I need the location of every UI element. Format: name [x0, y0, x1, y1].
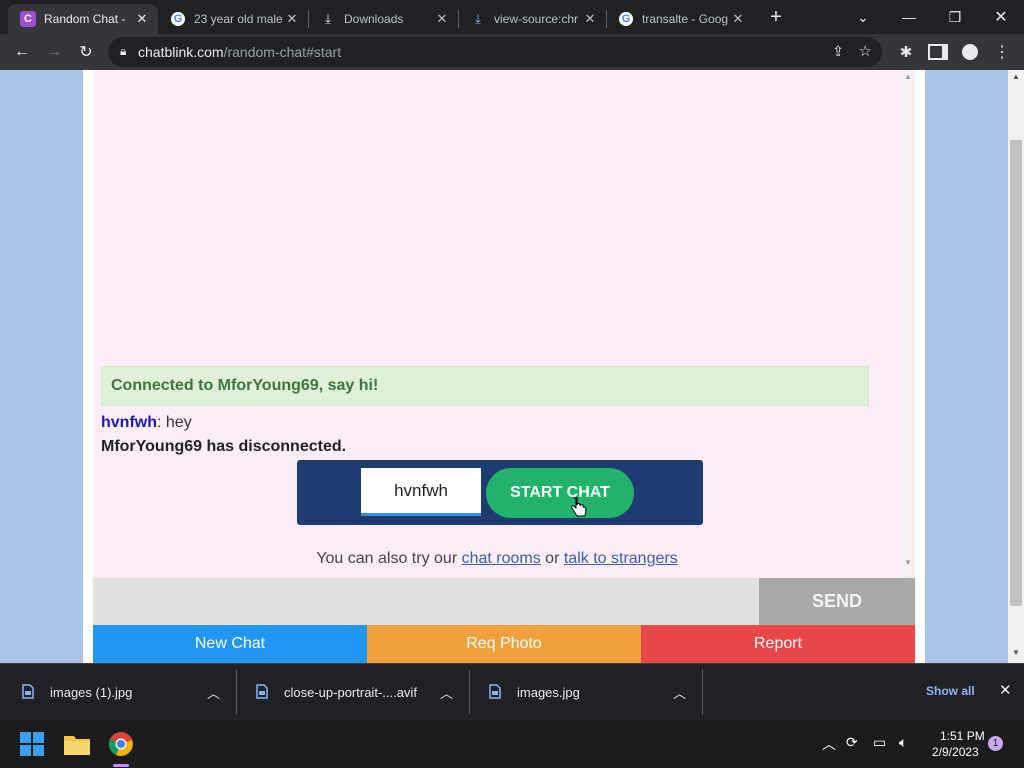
address-bar[interactable]: 🔒︎ chatblink.com/random-chat#start ⇪ ☆ — [108, 37, 882, 67]
page-scrollbar[interactable]: ▲ ▼ — [1008, 70, 1024, 663]
google-icon: G — [618, 11, 634, 27]
web-page: ▲ ▼ Connected to MforYoung69, say hi! hv… — [0, 70, 1008, 663]
restore-icon[interactable]: ❐ — [932, 0, 978, 34]
send-button[interactable]: SEND — [759, 578, 915, 625]
scroll-up-icon[interactable]: ▲ — [1012, 72, 1020, 81]
close-tab-icon[interactable]: ✕ — [434, 11, 450, 27]
username-input[interactable] — [361, 468, 481, 516]
browser-tab-bar: C Random Chat - ✕ G 23 year old male ✕ ⤓… — [0, 0, 1024, 34]
new-tab-plus-icon[interactable]: + — [754, 0, 798, 34]
chat-log-scrollbar[interactable]: ▲ ▼ — [901, 70, 915, 578]
share-icon[interactable]: ⇪ — [832, 43, 844, 60]
report-button[interactable]: Report — [641, 625, 915, 663]
message-text: hey — [161, 414, 192, 431]
reload-icon[interactable]: ↻ — [72, 38, 100, 66]
tab-downloads[interactable]: ⤓ Downloads ✕ — [308, 4, 458, 34]
download-filename: images (1).jpg — [50, 684, 133, 700]
forward-arrow-icon[interactable]: → — [40, 38, 68, 66]
chatblink-icon: C — [20, 11, 36, 27]
menu-kebab-icon[interactable]: ⋮ — [988, 38, 1016, 66]
tab-random-chat[interactable]: C Random Chat - ✕ — [8, 4, 158, 34]
connected-alert: Connected to MforYoung69, say hi! — [101, 366, 869, 406]
message-username: hvnfwh — [101, 414, 157, 431]
side-panel-icon[interactable] — [924, 38, 952, 66]
close-tab-icon[interactable]: ✕ — [730, 11, 746, 27]
download-item[interactable]: close-up-portrait-....avif ︿ — [236, 664, 469, 720]
bookmark-star-icon[interactable]: ☆ — [859, 42, 872, 60]
url-domain: chatblink.com — [138, 44, 224, 60]
tab-view-source[interactable]: ⤓ view-source:chr ✕ — [458, 4, 606, 34]
windows-taskbar: ︿ ⟳ ▭ 🔈︎ 1:51 PM 2/9/2023 1 — [0, 720, 1024, 768]
scroll-up-icon[interactable]: ▲ — [904, 72, 912, 81]
scroll-down-icon[interactable]: ▼ — [904, 558, 912, 567]
start-chat-box: START CHAT — [297, 460, 703, 525]
tab-google-search[interactable]: G 23 year old male ✕ — [158, 4, 308, 34]
scroll-down-icon[interactable]: ▼ — [1012, 648, 1020, 657]
chevron-up-icon[interactable]: ︿ — [440, 683, 453, 702]
download-filename: close-up-portrait-....avif — [284, 684, 417, 700]
volume-icon[interactable]: 🔈︎ — [899, 734, 907, 751]
close-shelf-icon[interactable]: ✕ — [999, 681, 1012, 699]
download-icon: ⤓ — [475, 11, 481, 26]
back-arrow-icon[interactable]: ← — [8, 38, 36, 66]
close-tab-icon[interactable]: ✕ — [582, 11, 598, 27]
tab-search-chevron-icon[interactable]: ⌄ — [840, 0, 886, 34]
tab-title: Downloads — [344, 12, 404, 26]
download-icon: ⤓ — [325, 11, 331, 26]
download-item[interactable]: images (1).jpg ︿ — [0, 664, 236, 720]
also-try-text: You can also try our chat rooms or talk … — [93, 550, 901, 568]
hand-cursor-icon — [571, 496, 587, 524]
tray-chevron-up-icon[interactable]: ︿ — [822, 734, 836, 754]
tab-title: transalte - Goog — [642, 12, 729, 26]
file-icon — [22, 684, 36, 700]
sync-icon[interactable]: ⟳ — [846, 734, 858, 751]
scrollbar-thumb[interactable] — [1010, 140, 1022, 606]
close-window-icon[interactable]: ✕ — [978, 0, 1024, 34]
file-explorer-icon[interactable] — [61, 728, 93, 760]
chrome-icon[interactable] — [105, 728, 137, 760]
clock-time[interactable]: 1:51 PM — [940, 729, 985, 743]
windows-start-icon[interactable] — [16, 728, 48, 760]
tab-translate[interactable]: G transalte - Goog ✕ — [606, 4, 754, 34]
req-photo-button[interactable]: Req Photo — [367, 625, 641, 663]
new-chat-button[interactable]: New Chat — [93, 625, 367, 663]
extensions-puzzle-icon[interactable]: ✱ — [892, 38, 920, 66]
show-all-link[interactable]: Show all — [926, 684, 975, 698]
lock-icon: 🔒︎ — [120, 44, 127, 58]
minimize-icon[interactable]: — — [886, 0, 932, 34]
or-text: or — [540, 550, 564, 567]
downloads-shelf: images (1).jpg ︿ close-up-portrait-....a… — [0, 663, 1024, 720]
tab-title: 23 year old male — [194, 12, 283, 26]
download-filename: images.jpg — [517, 684, 580, 700]
notification-badge[interactable]: 1 — [988, 736, 1003, 751]
also-try-prefix: You can also try our — [316, 550, 462, 567]
google-icon: G — [170, 11, 186, 27]
disconnect-notice: MforYoung69 has disconnected. — [101, 438, 347, 455]
chat-rooms-link[interactable]: chat rooms — [462, 550, 541, 567]
file-icon — [256, 684, 270, 700]
message-input[interactable] — [93, 578, 763, 627]
start-chat-button[interactable]: START CHAT — [486, 468, 634, 518]
tab-title: view-source:chr — [494, 12, 579, 26]
clock-date[interactable]: 2/9/2023 — [932, 745, 979, 759]
chat-message: hvnfwh: hey — [101, 414, 192, 432]
close-tab-icon[interactable]: ✕ — [284, 11, 300, 27]
close-tab-icon[interactable]: ✕ — [134, 11, 150, 27]
browser-toolbar: ← → ↻ 🔒︎ chatblink.com/random-chat#start… — [0, 34, 1024, 70]
tab-title: Random Chat - — [44, 12, 126, 26]
profile-avatar-icon[interactable] — [956, 38, 984, 66]
talk-to-strangers-link[interactable]: talk to strangers — [564, 550, 678, 567]
file-icon — [489, 684, 503, 700]
url-path: /random-chat#start — [223, 44, 342, 60]
network-icon[interactable]: ▭ — [873, 734, 886, 751]
chevron-up-icon[interactable]: ︿ — [673, 683, 686, 702]
url-text: chatblink.com/random-chat#start — [138, 44, 341, 60]
active-app-indicator — [113, 764, 129, 767]
download-item[interactable]: images.jpg ︿ — [469, 664, 702, 720]
chevron-up-icon[interactable]: ︿ — [207, 683, 220, 702]
